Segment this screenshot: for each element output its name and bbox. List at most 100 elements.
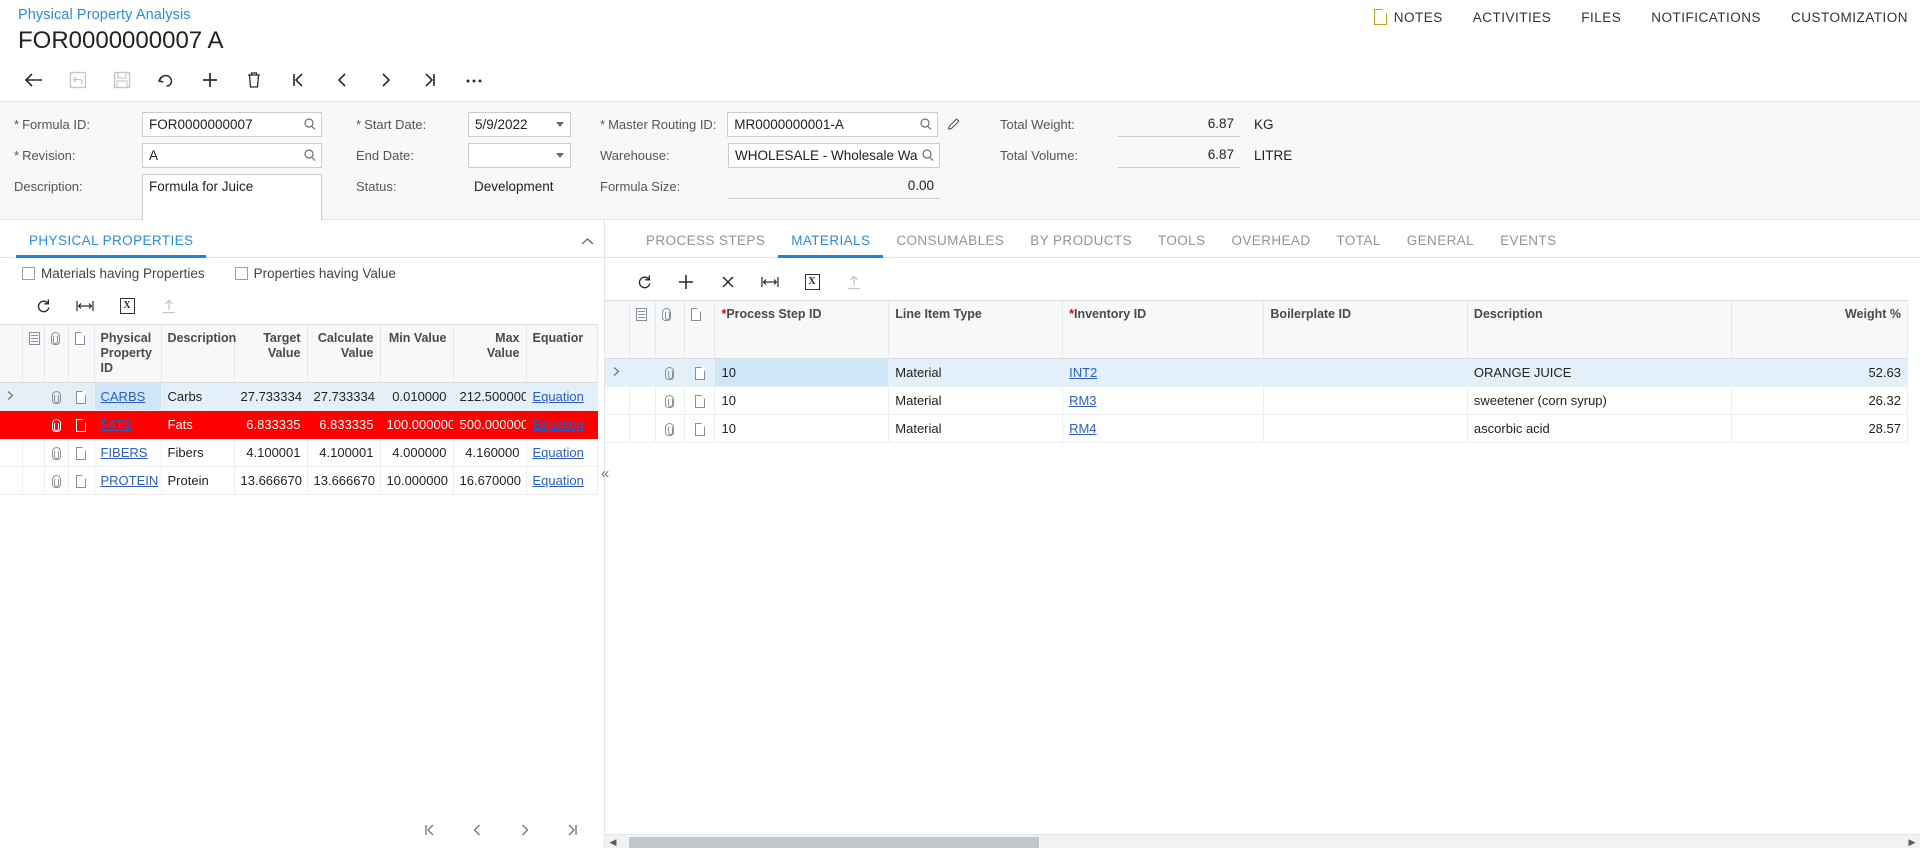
- next-page-button[interactable]: [516, 821, 534, 839]
- files-button[interactable]: FILES: [1581, 10, 1621, 25]
- add-new-button[interactable]: [188, 60, 232, 100]
- first-page-button[interactable]: [420, 821, 438, 839]
- header-min-value[interactable]: Min Value: [380, 324, 454, 383]
- tab-total[interactable]: TOTAL: [1323, 233, 1393, 257]
- warehouse-input[interactable]: WHOLESALE - Wholesale Ware: [728, 142, 940, 168]
- chevron-down-icon[interactable]: [556, 152, 564, 158]
- back-arrow-button[interactable]: [12, 60, 56, 100]
- refresh-button[interactable]: [623, 266, 665, 298]
- row-note-icon-cell[interactable]: [684, 386, 716, 415]
- notes-button[interactable]: NOTES: [1373, 9, 1443, 25]
- cell-process-step-id[interactable]: 10: [714, 414, 890, 443]
- header-weight-pct[interactable]: Weight %: [1731, 300, 1909, 359]
- header-calculate-value[interactable]: Calculate Value: [307, 324, 381, 383]
- materials-horizontal-scrollbar[interactable]: ◀ ▶: [605, 834, 1920, 848]
- cell-physical-property-id[interactable]: PROTEIN: [94, 466, 162, 495]
- previous-page-button[interactable]: [468, 821, 486, 839]
- export-excel-button[interactable]: X: [106, 290, 148, 322]
- upload-button[interactable]: [833, 266, 875, 298]
- table-row[interactable]: 10 Material RM4 ascorbic acid 28.57: [605, 414, 1909, 443]
- equation-link[interactable]: Equation: [533, 473, 584, 488]
- cell-process-step-id[interactable]: 10: [714, 358, 890, 387]
- chevron-down-icon[interactable]: [556, 121, 564, 127]
- fit-columns-button[interactable]: [64, 290, 106, 322]
- inventory-link[interactable]: RM4: [1069, 421, 1096, 436]
- cell-physical-property-id[interactable]: FIBERS: [94, 438, 162, 467]
- header-description[interactable]: Description: [1467, 300, 1732, 359]
- cell-line-item-type[interactable]: Material: [888, 414, 1064, 443]
- delete-row-button[interactable]: [707, 266, 749, 298]
- search-icon[interactable]: [921, 148, 935, 162]
- add-row-button[interactable]: [665, 266, 707, 298]
- table-row[interactable]: 10 Material RM3 sweetener (corn syrup) 2…: [605, 386, 1909, 415]
- physical-property-link[interactable]: CARBS: [101, 389, 146, 404]
- scroll-right-arrow-icon[interactable]: ▶: [1904, 835, 1920, 848]
- undo-button[interactable]: [144, 60, 188, 100]
- tab-by-products[interactable]: BY PRODUCTS: [1017, 233, 1145, 257]
- formula-size-input[interactable]: 0.00: [728, 174, 940, 199]
- equation-link[interactable]: Equation: [533, 389, 584, 404]
- row-attachment-icon-cell[interactable]: [44, 410, 69, 439]
- row-attachment-icon-cell[interactable]: [44, 466, 69, 495]
- upload-button[interactable]: [148, 290, 190, 322]
- row-attachment-icon-cell[interactable]: [655, 386, 685, 415]
- cell-equation[interactable]: Equation: [526, 466, 598, 495]
- tab-general[interactable]: GENERAL: [1394, 233, 1487, 257]
- search-icon[interactable]: [919, 117, 933, 131]
- tab-tools[interactable]: TOOLS: [1145, 233, 1219, 257]
- row-expand-toggle[interactable]: [605, 358, 630, 387]
- checkbox-materials-having-properties[interactable]: Materials having Properties: [22, 266, 205, 281]
- checkbox-box[interactable]: [22, 266, 35, 280]
- header-target-value[interactable]: Target Value: [234, 324, 308, 383]
- inventory-link[interactable]: INT2: [1069, 365, 1097, 380]
- cell-equation[interactable]: Equation: [526, 410, 598, 439]
- header-boilerplate-id[interactable]: Boilerplate ID: [1263, 300, 1468, 359]
- cell-inventory-id[interactable]: RM4: [1062, 414, 1265, 443]
- row-note-icon-cell[interactable]: [68, 466, 95, 495]
- delete-button[interactable]: [232, 60, 276, 100]
- panel-splitter-handle[interactable]: «: [595, 460, 615, 486]
- row-note-icon-cell[interactable]: [68, 382, 95, 411]
- collapse-panel-chevron-icon[interactable]: [581, 234, 594, 249]
- header-max-value[interactable]: Max Value: [453, 324, 527, 383]
- cell-equation[interactable]: Equation: [526, 438, 598, 467]
- end-date-input[interactable]: [468, 142, 571, 168]
- header-list-icon-col[interactable]: [22, 324, 45, 383]
- row-expand-toggle[interactable]: [605, 414, 630, 443]
- scrollbar-track[interactable]: [621, 836, 1904, 848]
- notifications-button[interactable]: NOTIFICATIONS: [1651, 10, 1761, 25]
- table-row[interactable]: PROTEIN Protein 13.666670 13.666670 10.0…: [0, 466, 598, 495]
- save-and-back-button[interactable]: [56, 60, 100, 100]
- row-attachment-icon-cell[interactable]: [44, 438, 69, 467]
- previous-record-button[interactable]: [320, 60, 364, 100]
- tab-events[interactable]: EVENTS: [1487, 233, 1569, 257]
- header-line-item-type[interactable]: Line Item Type: [888, 300, 1064, 359]
- save-button[interactable]: [100, 60, 144, 100]
- cell-line-item-type[interactable]: Material: [888, 386, 1064, 415]
- fit-columns-button[interactable]: [749, 266, 791, 298]
- row-selector[interactable]: [629, 386, 657, 415]
- description-input[interactable]: Formula for Juice: [142, 174, 322, 221]
- tab-process-steps[interactable]: PROCESS STEPS: [633, 233, 778, 257]
- row-expand-toggle[interactable]: [0, 438, 23, 467]
- scrollbar-thumb[interactable]: [629, 836, 1039, 848]
- table-row[interactable]: 10 Material INT2 ORANGE JUICE 52.63: [605, 358, 1909, 387]
- header-description[interactable]: Description: [161, 324, 236, 383]
- refresh-button[interactable]: [22, 290, 64, 322]
- cell-boilerplate-id[interactable]: [1263, 386, 1468, 415]
- tab-materials[interactable]: MATERIALS: [778, 233, 884, 258]
- cell-physical-property-id[interactable]: FATS: [94, 410, 162, 439]
- tab-consumables[interactable]: CONSUMABLES: [883, 233, 1017, 257]
- tab-physical-properties[interactable]: PHYSICAL PROPERTIES: [16, 233, 207, 258]
- last-record-button[interactable]: [408, 60, 452, 100]
- search-icon[interactable]: [303, 148, 317, 162]
- cell-boilerplate-id[interactable]: [1263, 358, 1468, 387]
- table-row[interactable]: FATS Fats 6.833335 6.833335 100.000000 5…: [0, 410, 598, 439]
- row-selector[interactable]: [22, 466, 45, 495]
- row-selector[interactable]: [22, 382, 45, 411]
- more-options-button[interactable]: [452, 60, 496, 100]
- header-inventory-id[interactable]: *Inventory ID: [1062, 300, 1265, 359]
- header-process-step-id[interactable]: *Process Step ID: [714, 300, 890, 359]
- last-page-button[interactable]: [564, 821, 582, 839]
- formula-id-input[interactable]: FOR0000000007: [142, 111, 322, 137]
